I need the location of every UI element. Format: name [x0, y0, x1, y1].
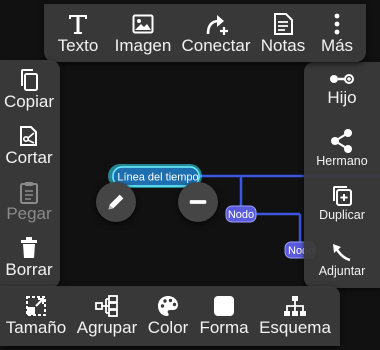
delete-button[interactable]: Borrar	[0, 236, 58, 280]
insert-toolbar: Texto Imagen Conectar Notas Más	[44, 4, 366, 62]
shape-button[interactable]: Forma	[196, 294, 252, 338]
image-icon	[132, 14, 154, 34]
connect-button[interactable]: Conectar	[178, 12, 254, 56]
copy-button[interactable]: Copiar	[0, 68, 58, 112]
copy-label: Copiar	[3, 92, 55, 111]
attach-arrow-icon	[333, 244, 351, 262]
add-child-button[interactable]: Hijo	[304, 70, 380, 108]
paste-clipboard-icon	[20, 182, 38, 204]
duplicate-label: Duplicar	[319, 208, 365, 222]
group-button[interactable]: Agrupar	[74, 294, 140, 338]
format-toolbar: Tamaño Agrupar Color Forma Esquema	[0, 286, 340, 346]
size-button[interactable]: Tamaño	[4, 294, 68, 338]
duplicate-button[interactable]: Duplicar	[304, 184, 380, 223]
group-label: Agrupar	[76, 318, 138, 337]
delete-label: Borrar	[5, 260, 53, 279]
add-sibling-button[interactable]: Hermano	[304, 128, 380, 169]
trash-icon	[21, 237, 37, 258]
more-label: Más	[320, 36, 354, 55]
text-icon	[69, 15, 87, 34]
add-sibling-label: Hermano	[316, 154, 368, 168]
edit-node-button[interactable]	[96, 182, 136, 222]
palette-icon	[158, 296, 178, 316]
cut-button[interactable]: Cortar	[0, 124, 58, 168]
text-button[interactable]: Texto	[52, 12, 104, 56]
duplicate-icon	[333, 186, 352, 206]
hierarchy-icon	[284, 296, 306, 316]
shape-square-icon	[214, 296, 234, 316]
connect-arrow-icon	[206, 15, 228, 35]
layout-label: Esquema	[259, 318, 331, 337]
color-label: Color	[147, 318, 189, 337]
child-node-icon	[330, 74, 354, 84]
layout-button[interactable]: Esquema	[256, 294, 334, 338]
pencil-icon	[108, 194, 124, 210]
cut-icon	[20, 126, 37, 146]
group-icon	[95, 295, 118, 317]
size-label: Tamaño	[5, 318, 67, 337]
node-nodo-1[interactable]: Nodo	[225, 205, 257, 223]
notes-icon	[274, 13, 293, 35]
connect-label: Conectar	[181, 36, 251, 55]
share-nodes-icon	[331, 129, 352, 153]
attach-button[interactable]: Adjuntar	[304, 240, 380, 279]
node-label-1: Nodo	[228, 209, 254, 221]
clipboard-toolbar: Copiar Cortar Pegar Borrar	[0, 60, 60, 288]
resize-icon	[26, 296, 46, 316]
color-button[interactable]: Color	[144, 294, 192, 338]
copy-icon	[21, 69, 38, 91]
add-child-label: Hijo	[327, 88, 357, 107]
node-actions-toolbar: Hijo Hermano Duplicar Adjuntar	[304, 62, 380, 288]
paste-button[interactable]: Pegar	[0, 180, 58, 224]
collapse-node-button[interactable]	[178, 182, 218, 222]
image-button[interactable]: Imagen	[110, 12, 176, 56]
attach-label: Adjuntar	[318, 264, 366, 278]
notes-button[interactable]: Notas	[256, 12, 310, 56]
text-label: Texto	[57, 36, 99, 55]
minus-icon	[189, 200, 207, 204]
shape-label: Forma	[199, 318, 249, 337]
cut-label: Cortar	[5, 148, 53, 167]
paste-label: Pegar	[6, 204, 52, 223]
image-label: Imagen	[114, 36, 172, 55]
more-button[interactable]: Más	[314, 12, 360, 56]
node-label-selected: Línea del tiempo	[117, 172, 198, 184]
more-vertical-icon	[334, 13, 340, 35]
notes-label: Notas	[260, 36, 306, 55]
